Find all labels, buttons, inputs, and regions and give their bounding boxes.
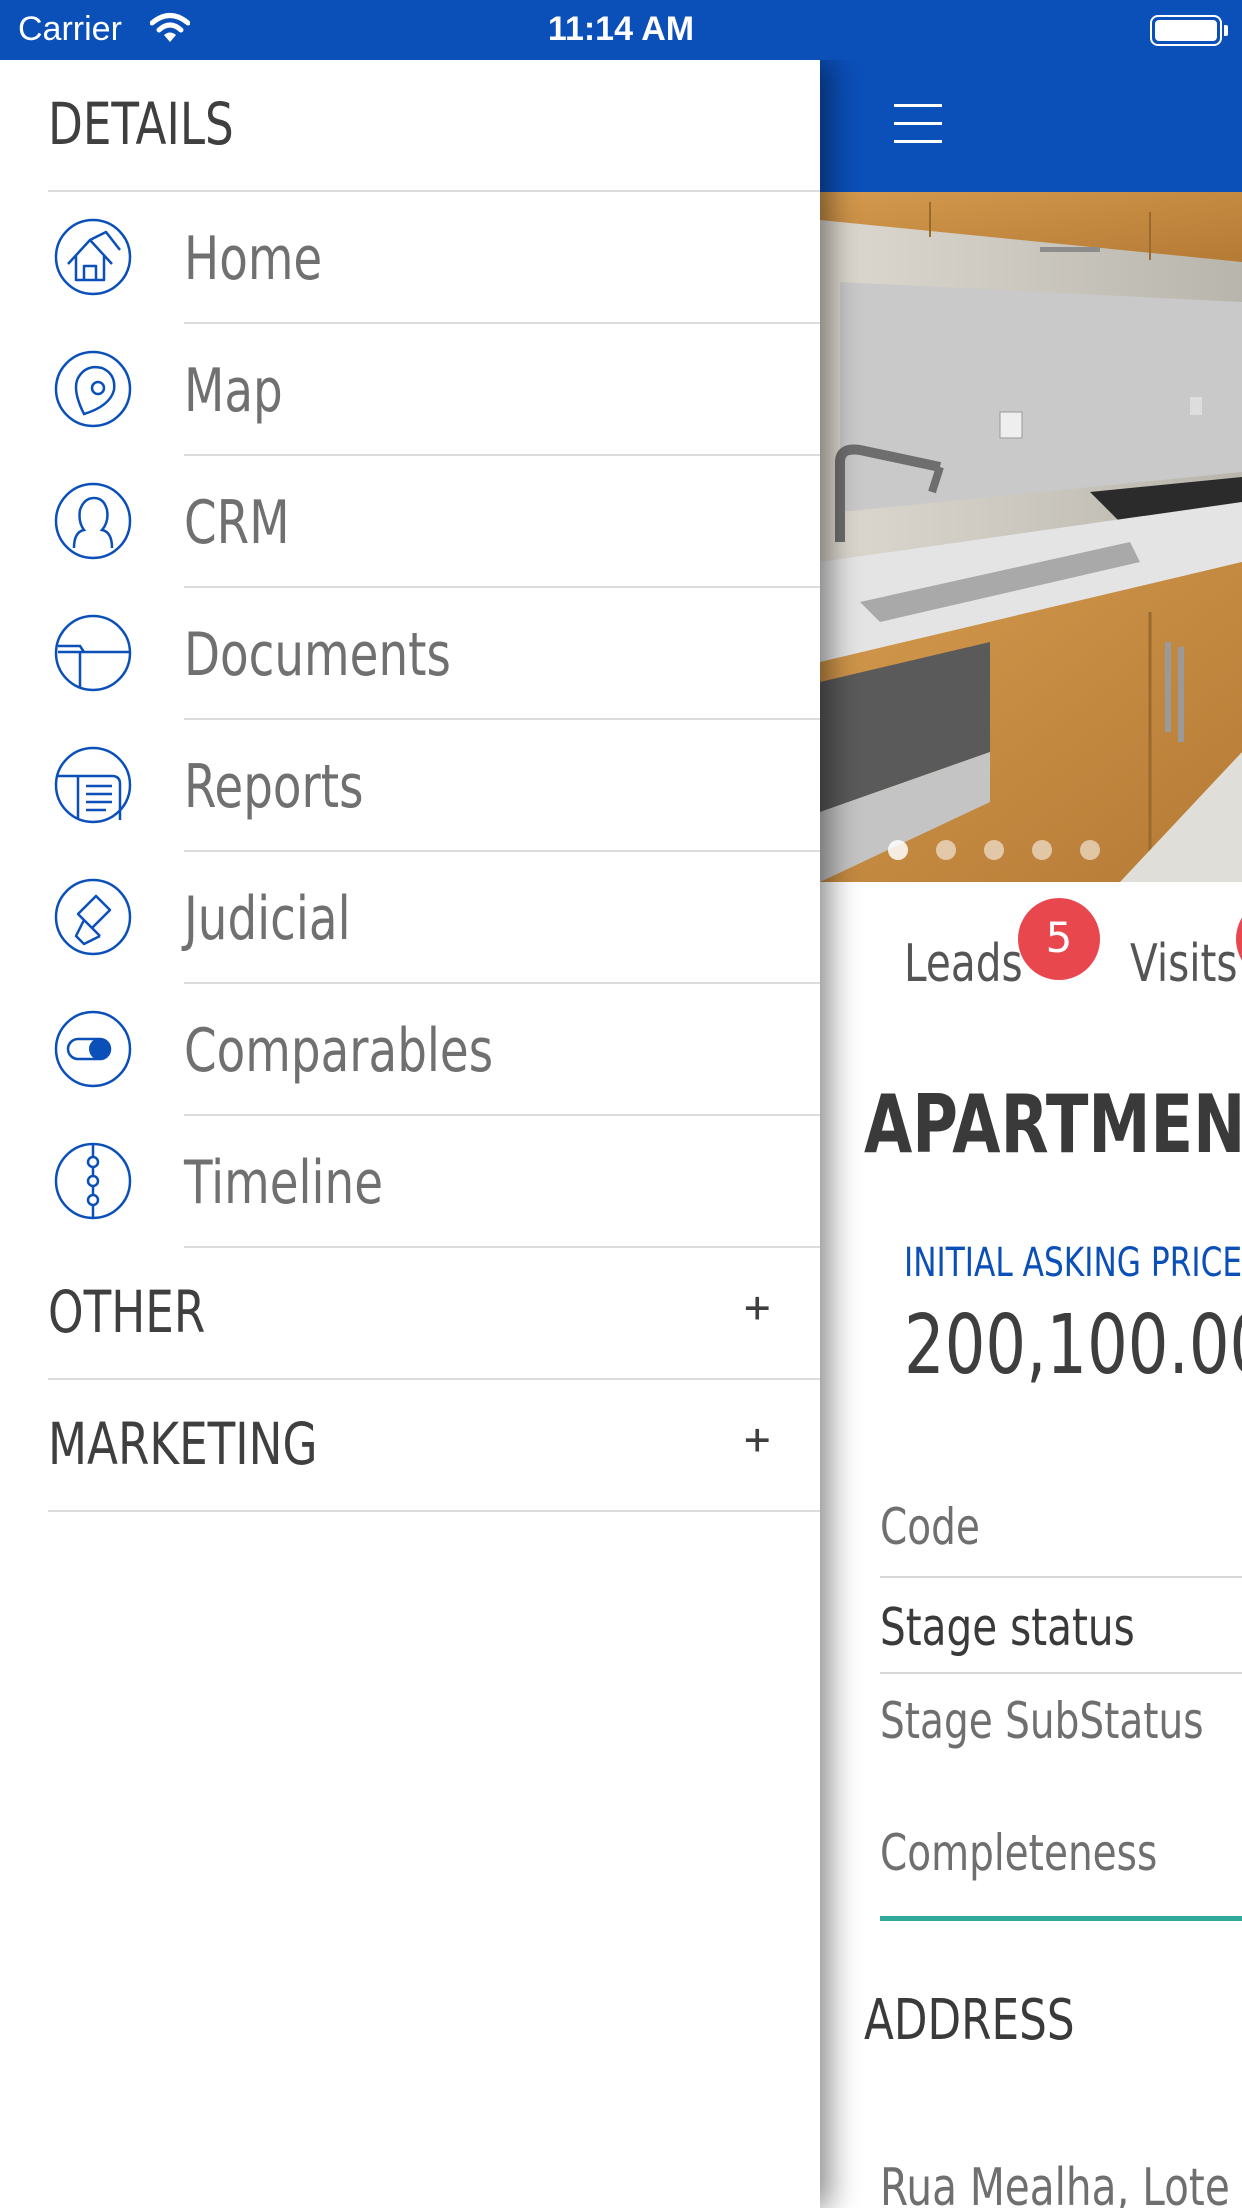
divider	[880, 1672, 1242, 1674]
other-title: OTHER	[48, 1278, 206, 1346]
details-section-header: DETAILS	[48, 60, 820, 192]
menu-item-judicial[interactable]: Judicial	[0, 852, 820, 984]
menu-label-comparables: Comparables	[184, 1016, 494, 1086]
divider	[880, 1576, 1242, 1578]
menu-item-timeline[interactable]: Timeline	[0, 1116, 820, 1248]
menu-item-map[interactable]: Map	[0, 324, 820, 456]
home-icon	[54, 218, 132, 296]
leads-count-badge: 5	[1018, 898, 1100, 980]
address-street: Rua Mealha, Lote 8	[880, 2158, 1242, 2208]
property-photo[interactable]	[820, 192, 1242, 882]
menu-item-home[interactable]: Home	[0, 192, 820, 324]
menu-label-map: Map	[184, 356, 283, 426]
completeness-progress-bar	[880, 1916, 1242, 1921]
address-section-title: ADDRESS	[864, 1988, 1075, 2053]
leads-tab[interactable]: Leads	[904, 934, 1023, 994]
clock: 11:14 AM	[547, 10, 695, 48]
completeness-label: Completeness	[880, 1824, 1158, 1882]
menu-icon[interactable]	[894, 104, 942, 144]
menu-label-reports: Reports	[184, 752, 364, 822]
stage-status-label: Stage status	[880, 1598, 1135, 1658]
code-label: Code	[880, 1498, 980, 1556]
toggle-icon	[54, 1010, 132, 1088]
stage-substatus-label: Stage SubStatus	[880, 1692, 1204, 1750]
property-detail-screen: Leads 5 Visits APARTMENT INITIAL ASKING …	[820, 60, 1242, 2208]
property-type-title: APARTMENT	[864, 1078, 1242, 1171]
folder-icon	[54, 614, 132, 692]
person-icon	[54, 482, 132, 560]
price-value: 200,100.00	[904, 1298, 1242, 1393]
timeline-icon	[54, 1142, 132, 1220]
menu-label-timeline: Timeline	[184, 1148, 383, 1218]
details-title: DETAILS	[48, 90, 234, 158]
report-icon	[54, 746, 132, 824]
battery-tip	[1224, 25, 1228, 36]
status-bar: Carrier 11:14 AM	[0, 0, 1242, 60]
divider	[48, 1510, 820, 1512]
price-label: INITIAL ASKING PRICE	[904, 1240, 1242, 1286]
battery-icon	[1150, 15, 1222, 46]
marketing-title: MARKETING	[48, 1410, 318, 1478]
expand-plus-icon[interactable]: +	[744, 1282, 771, 1333]
expand-plus-icon[interactable]: +	[744, 1414, 771, 1465]
menu-label-documents: Documents	[184, 620, 451, 690]
app-header	[820, 60, 1242, 192]
gavel-icon	[54, 878, 132, 956]
menu-item-reports[interactable]: Reports	[0, 720, 820, 852]
navigation-drawer: DETAILS Home Map CRM Documents Reports J…	[0, 60, 820, 2208]
menu-item-comparables[interactable]: Comparables	[0, 984, 820, 1116]
other-section-header[interactable]: OTHER +	[48, 1248, 820, 1380]
menu-label-crm: CRM	[184, 488, 290, 558]
menu-item-documents[interactable]: Documents	[0, 588, 820, 720]
map-pin-icon	[54, 350, 132, 428]
menu-label-home: Home	[184, 224, 323, 294]
menu-label-judicial: Judicial	[184, 884, 351, 954]
visits-tab[interactable]: Visits	[1130, 934, 1238, 994]
menu-item-crm[interactable]: CRM	[0, 456, 820, 588]
marketing-section-header[interactable]: MARKETING +	[48, 1380, 820, 1512]
